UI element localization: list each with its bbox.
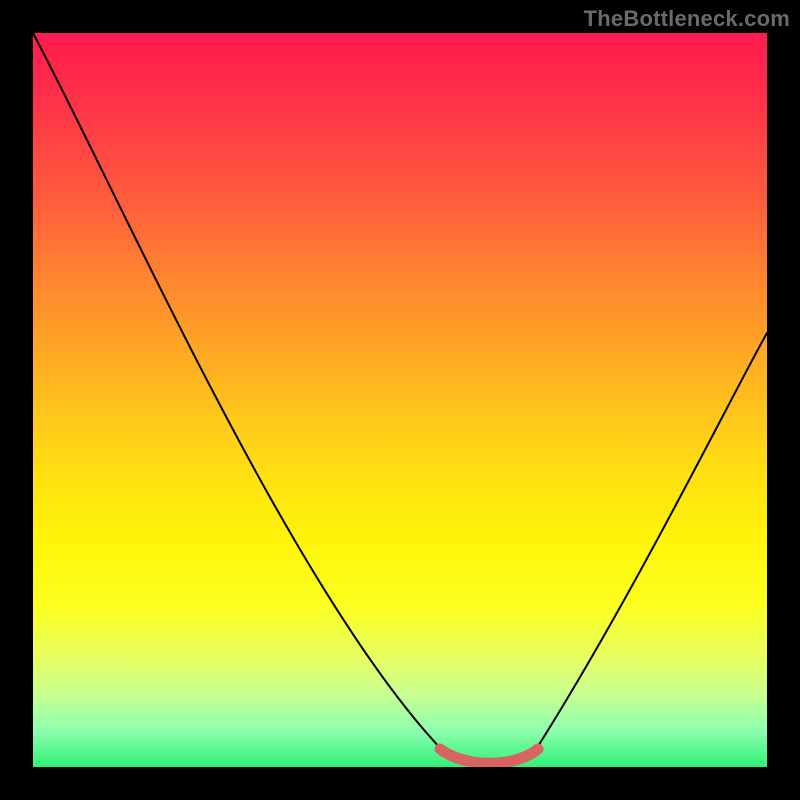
bottleneck-curve xyxy=(33,33,767,761)
watermark-text: TheBottleneck.com xyxy=(584,6,790,32)
chart-frame: TheBottleneck.com xyxy=(0,0,800,800)
curve-layer xyxy=(33,33,767,767)
highlight-segment xyxy=(440,749,538,763)
plot-area xyxy=(33,33,767,767)
